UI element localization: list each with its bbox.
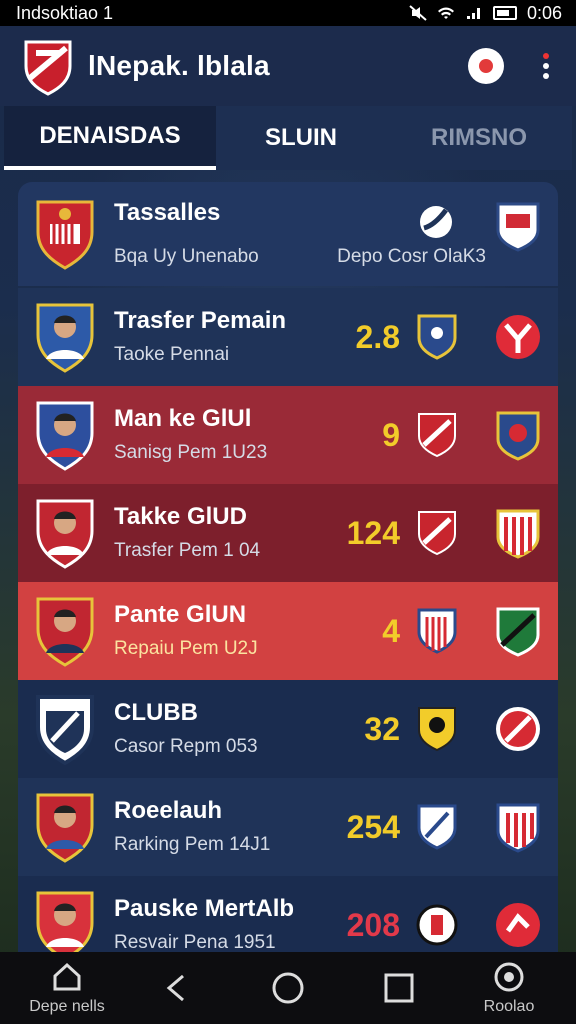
app-title: lNepak. lblala [88, 50, 270, 81]
club-crest-icon [416, 904, 458, 946]
header-title: Tassalles [114, 199, 221, 226]
item-value: 2.8 [355, 318, 400, 355]
bottom-navigation: Depe nells Roolao [0, 952, 576, 1024]
list-item[interactable]: Trasfer Pemain Taoke Pennai 2.8 [18, 288, 558, 386]
nav-recents[interactable] [354, 971, 444, 1005]
club-shield-logo-icon [24, 40, 72, 96]
item-value: 9 [382, 416, 400, 453]
home-icon [53, 962, 81, 991]
club-crest-icon [417, 804, 457, 850]
item-subtitle: Trasfer Pem 1 04 [114, 540, 261, 561]
club-crest-icon [36, 695, 94, 766]
nav-back[interactable] [133, 971, 223, 1005]
item-name: CLUBB [114, 699, 198, 726]
list-item[interactable]: Man ke GlUl Sanisg Pem 1U23 9 [18, 386, 558, 484]
item-value: 124 [346, 514, 400, 551]
list-item[interactable]: Takke GlUD Trasfer Pem 1 04 124 [18, 484, 558, 582]
club-crest-icon [418, 511, 456, 556]
status-icons: 0:06 [409, 3, 562, 24]
club-crest-icon [496, 803, 540, 853]
signal-icon [466, 8, 480, 19]
item-name: Trasfer Pemain [114, 307, 287, 334]
player-avatar-icon [36, 303, 94, 373]
nav-settings[interactable]: Roolao [464, 960, 554, 1016]
app-bar: lNepak. lblala [0, 26, 576, 106]
status-left-text: Indsoktiao 1 [16, 2, 114, 23]
item-name: Roeelauh [114, 797, 223, 824]
nav-circle-home[interactable] [243, 971, 333, 1005]
item-subtitle: Rarking Pem 14J1 [114, 834, 271, 855]
item-value: 4 [382, 612, 400, 649]
football-icon [420, 206, 452, 238]
player-avatar-icon [36, 401, 94, 471]
club-crest-icon [417, 608, 457, 654]
header-right-text: Depo Cosr OlaK3 [337, 246, 486, 267]
circle-home-icon [272, 972, 304, 1004]
list-item[interactable]: CLUBB Casor Repm 053 32 [18, 680, 558, 778]
club-crest-icon [418, 413, 456, 458]
nav-home-label: Depe nells [29, 998, 105, 1015]
club-crest-icon [496, 315, 540, 359]
record-button[interactable] [468, 48, 504, 84]
club-crest-icon [36, 200, 94, 270]
more-options-icon[interactable] [538, 49, 554, 83]
club-crest-icon [417, 314, 457, 360]
mute-icon [409, 5, 427, 21]
item-subtitle: Casor Repm 053 [114, 736, 258, 757]
club-flag-icon [496, 202, 540, 252]
back-icon [166, 974, 184, 1002]
tab-rimsno[interactable]: RIMSNO [386, 106, 572, 170]
list-header-item[interactable]: Tassalles Bqa Uy Unenabo Depo Cosr OlaK3 [18, 182, 558, 286]
item-subtitle: Sanisg Pem 1U23 [114, 442, 268, 463]
list-item[interactable]: Pante GlUN Repaiu Pem U2J 4 [18, 582, 558, 680]
transfer-list: Tassalles Bqa Uy Unenabo Depo Cosr OlaK3… [18, 182, 558, 974]
item-subtitle: Taoke Pennai [114, 344, 230, 365]
item-name: Man ke GlUl [114, 405, 252, 432]
nav-settings-label: Roolao [483, 998, 535, 1015]
tab-sluin[interactable]: SLUIN [216, 106, 386, 170]
item-value: 254 [346, 808, 400, 845]
player-avatar-icon [36, 793, 94, 863]
wifi-icon [437, 7, 454, 19]
item-name: Pauske MertAlb [114, 895, 295, 922]
player-avatar-icon [36, 597, 94, 667]
item-value: 32 [364, 710, 400, 747]
club-crest-icon [496, 411, 540, 461]
square-recents-icon [384, 973, 413, 1003]
tab-denaisdas[interactable]: DENAISDAS [4, 106, 216, 170]
club-crest-icon [496, 903, 540, 947]
status-bar: Indsoktiao 1 0:06 [0, 0, 576, 26]
club-crest-icon [496, 509, 540, 559]
item-value: 208 [346, 906, 400, 943]
club-crest-icon [418, 707, 456, 752]
settings-icon [494, 962, 524, 992]
club-crest-icon [496, 707, 540, 751]
item-name: Takke GlUD [114, 503, 247, 530]
nav-home[interactable]: Depe nells [22, 960, 112, 1016]
list-item[interactable]: Roeelauh Rarking Pem 14J1 254 [18, 778, 558, 876]
battery-icon [492, 6, 517, 20]
tab-bar: DENAISDAS SLUIN RIMSNO [4, 106, 572, 170]
player-avatar-icon [36, 499, 94, 569]
item-subtitle: Repaiu Pem U2J [114, 638, 258, 659]
item-name: Pante GlUN [114, 601, 247, 628]
header-subtitle: Bqa Uy Unenabo [114, 246, 259, 267]
club-crest-icon [496, 607, 540, 657]
status-time: 0:06 [526, 2, 562, 23]
